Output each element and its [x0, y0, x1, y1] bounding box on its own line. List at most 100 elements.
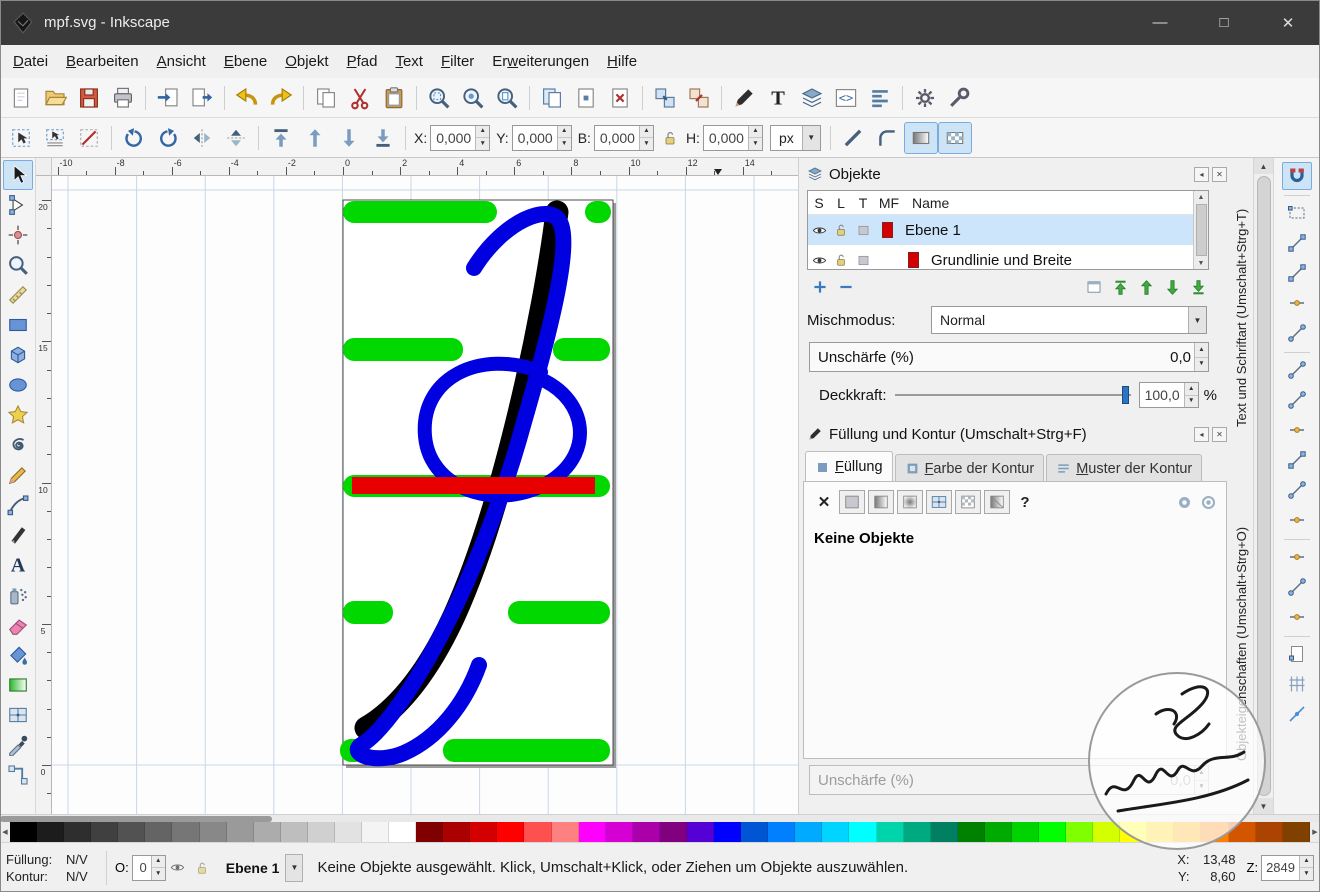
pattern-button[interactable]	[955, 490, 981, 514]
flat-color-button[interactable]	[839, 490, 865, 514]
palette-swatch[interactable]	[877, 822, 904, 842]
menu-datei[interactable]: Datei	[4, 53, 57, 70]
connector-tool[interactable]	[3, 760, 33, 790]
swatch-button[interactable]	[984, 490, 1010, 514]
pencil-tool[interactable]	[3, 460, 33, 490]
snap-bbox-centers-button[interactable]	[1282, 319, 1312, 347]
tab-object-properties[interactable]: Objekteigenschaften (Umschalt+Strg+O)	[1230, 478, 1253, 810]
radial-gradient-button[interactable]	[897, 490, 923, 514]
dock-close-button[interactable]: ✕	[1212, 427, 1227, 442]
spin-down-icon[interactable]: ▼	[1195, 357, 1208, 372]
ellipse-tool[interactable]	[3, 370, 33, 400]
palette-swatch[interactable]	[660, 822, 687, 842]
palette-swatch[interactable]	[849, 822, 876, 842]
calligraphy-tool[interactable]	[3, 520, 33, 550]
dock-collapse-button[interactable]: ◂	[1194, 427, 1209, 442]
palette-swatch[interactable]	[470, 822, 497, 842]
snap-paths-button[interactable]	[1282, 386, 1312, 414]
canvas[interactable]	[52, 176, 798, 814]
spin-up-icon[interactable]: ▲	[476, 126, 489, 138]
palette-swatch[interactable]	[10, 822, 37, 842]
snap-page-border-button[interactable]	[1282, 640, 1312, 668]
duplicate-button[interactable]	[535, 82, 569, 114]
snap-bbox-edge-midpoints-button[interactable]	[1282, 289, 1312, 317]
maximize-button[interactable]: □	[1192, 0, 1256, 45]
align-dialog-button[interactable]	[863, 82, 897, 114]
snap-grids-button[interactable]	[1282, 670, 1312, 698]
objects-list-scrollbar[interactable]: ▲ ▼	[1193, 191, 1208, 269]
spin-up-icon[interactable]: ▲	[749, 126, 762, 138]
palette-swatch[interactable]	[443, 822, 470, 842]
text-dialog-button[interactable]: T	[761, 82, 795, 114]
dock-collapse-button[interactable]: ◂	[1194, 167, 1209, 182]
preferences-button[interactable]	[908, 82, 942, 114]
raise-to-top-button[interactable]	[264, 122, 298, 154]
width-field[interactable]: 0,000▲▼	[594, 125, 654, 151]
layer-lock-toggle[interactable]	[192, 858, 212, 878]
palette-swatch[interactable]	[118, 822, 145, 842]
move-gradients-toggle[interactable]	[904, 122, 938, 154]
palette-swatch[interactable]	[1066, 822, 1093, 842]
palette-swatch[interactable]	[497, 822, 524, 842]
menu-objekt[interactable]: Objekt	[276, 53, 337, 70]
layers-dialog-button[interactable]	[795, 82, 829, 114]
red-bar-shape[interactable]	[352, 477, 595, 494]
document-print-button[interactable]	[106, 82, 140, 114]
palette-swatch[interactable]	[1201, 822, 1228, 842]
layer-row[interactable]: Ebene 1	[808, 215, 1208, 245]
document-save-button[interactable]	[72, 82, 106, 114]
palette-swatch[interactable]	[1120, 822, 1147, 842]
snap-bounding-box-button[interactable]	[1282, 199, 1312, 227]
move-layer-to-bottom-button[interactable]	[1185, 275, 1211, 299]
snap-guides-button[interactable]	[1282, 700, 1312, 728]
node-editor-tool[interactable]	[3, 190, 33, 220]
spin-up-icon[interactable]: ▲	[152, 856, 165, 868]
snap-text-baselines-button[interactable]	[1282, 603, 1312, 631]
move-layer-up-button[interactable]	[1133, 275, 1159, 299]
move-layer-down-button[interactable]	[1159, 275, 1185, 299]
cut-button[interactable]	[343, 82, 377, 114]
palette-swatch[interactable]	[416, 822, 443, 842]
spin-down-icon[interactable]: ▼	[1185, 395, 1198, 408]
palette-swatch[interactable]	[524, 822, 551, 842]
spin-up-icon[interactable]: ▲	[1300, 856, 1313, 868]
select-all-layers-button[interactable]	[38, 122, 72, 154]
snap-cusp-nodes-button[interactable]	[1282, 446, 1312, 474]
palette-swatch[interactable]	[633, 822, 660, 842]
menu-ansicht[interactable]: Ansicht	[148, 53, 215, 70]
fill-stroke-indicator[interactable]: Füllung:N/V Kontur:N/V	[6, 851, 98, 885]
palette-swatch[interactable]	[1093, 822, 1120, 842]
minimize-button[interactable]: —	[1128, 0, 1192, 45]
layer-opacity-field[interactable]: 0▲▼	[132, 855, 166, 881]
xml-editor-button[interactable]: <>	[829, 82, 863, 114]
spin-up-icon[interactable]: ▲	[1195, 343, 1208, 357]
canvas-vertical-scrollbar[interactable]: ▲ ▼	[1253, 158, 1273, 814]
y-field[interactable]: 0,000▲▼	[512, 125, 572, 151]
scroll-up-icon[interactable]: ▲	[1254, 158, 1273, 174]
palette-swatch[interactable]	[768, 822, 795, 842]
copy-button[interactable]	[309, 82, 343, 114]
spin-down-icon[interactable]: ▼	[640, 137, 653, 150]
palette-swatch[interactable]	[200, 822, 227, 842]
input-devices-button[interactable]	[942, 82, 976, 114]
palette-swatch[interactable]	[606, 822, 633, 842]
document-new-button[interactable]	[4, 82, 38, 114]
selector-tool[interactable]	[3, 160, 33, 190]
mesh-gradient-tool[interactable]	[3, 700, 33, 730]
palette-swatch[interactable]	[741, 822, 768, 842]
horizontal-ruler[interactable]: -10-8-6-4-202468101214	[52, 158, 798, 176]
palette-swatch[interactable]	[1283, 822, 1310, 842]
palette-swatch[interactable]	[389, 822, 416, 842]
rectangle-tool[interactable]	[3, 310, 33, 340]
layer-row[interactable]: Grundlinie und Breite	[808, 245, 1208, 270]
palette-swatch[interactable]	[362, 822, 389, 842]
snap-rotation-centers-button[interactable]	[1282, 573, 1312, 601]
palette-swatch[interactable]	[37, 822, 64, 842]
scrollbar-thumb[interactable]	[1196, 204, 1207, 256]
palette-swatch[interactable]	[958, 822, 985, 842]
menu-hilfe[interactable]: Hilfe	[598, 53, 646, 70]
palette-swatch[interactable]	[552, 822, 579, 842]
eraser-tool[interactable]	[3, 610, 33, 640]
palette-swatch[interactable]	[281, 822, 308, 842]
lock-ratio-icon[interactable]	[659, 127, 681, 149]
